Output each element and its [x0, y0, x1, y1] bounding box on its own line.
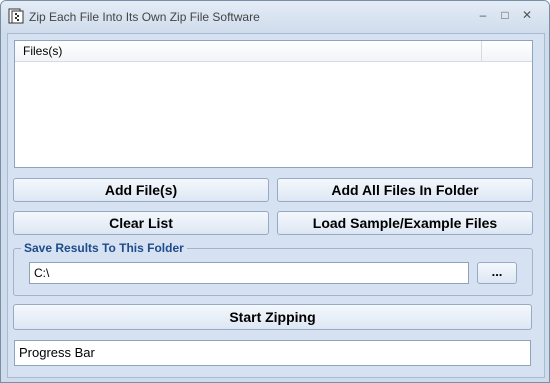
title-bar: Zip Each File Into Its Own Zip File Soft… [1, 1, 549, 33]
maximize-button[interactable]: □ [493, 6, 517, 24]
save-results-group: Save Results To This Folder C:\ ... [13, 241, 533, 296]
add-folder-button[interactable]: Add All Files In Folder [277, 178, 533, 202]
start-zipping-button[interactable]: Start Zipping [13, 304, 532, 330]
minimize-button[interactable]: – [471, 6, 495, 24]
progress-bar: Progress Bar [14, 340, 531, 366]
output-folder-field[interactable]: C:\ [29, 262, 469, 284]
add-files-button[interactable]: Add File(s) [13, 178, 269, 202]
clear-list-button[interactable]: Clear List [13, 211, 269, 235]
load-sample-button[interactable]: Load Sample/Example Files [277, 211, 533, 235]
save-results-label: Save Results To This Folder [21, 241, 187, 255]
client-area: Files(s) Add File(s) Add All Files In Fo… [7, 33, 545, 378]
browse-button[interactable]: ... [477, 262, 517, 284]
window-title: Zip Each File Into Its Own Zip File Soft… [29, 10, 260, 24]
zip-app-icon [8, 8, 24, 24]
column-header-files[interactable]: Files(s) [15, 41, 482, 61]
file-list[interactable]: Files(s) [14, 40, 533, 168]
close-button[interactable]: ✕ [515, 6, 539, 24]
file-list-header: Files(s) [15, 41, 532, 62]
app-window: Zip Each File Into Its Own Zip File Soft… [0, 0, 550, 383]
